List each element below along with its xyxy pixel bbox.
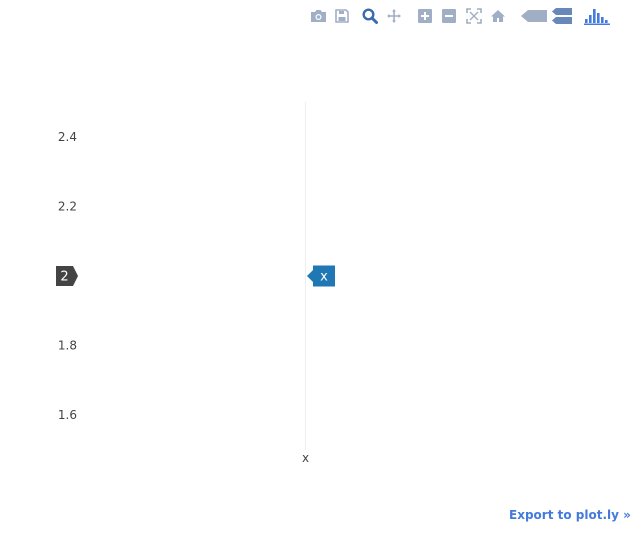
reset-axes-icon[interactable] <box>488 6 508 26</box>
y-tick-label: 2.2 <box>58 199 77 213</box>
zoom-in-icon[interactable] <box>415 6 435 26</box>
y-tick-label: 1.6 <box>58 408 77 422</box>
hover-layer: 2x <box>56 265 335 287</box>
plotly-logo-icon[interactable] <box>583 6 611 26</box>
zoom-icon[interactable] <box>360 6 380 26</box>
hover-compare-icon[interactable] <box>551 6 573 26</box>
y-hover-label: 2 <box>56 266 78 286</box>
svg-text:2: 2 <box>60 270 68 285</box>
x-tick-label: x <box>302 451 309 465</box>
pan-icon[interactable] <box>384 6 404 26</box>
chart-root: 1.6 1.8 2.2 2.4 x 2x Export to plot.ly » <box>0 0 641 535</box>
save-icon[interactable] <box>332 6 352 26</box>
y-tick-label: 1.8 <box>58 339 77 353</box>
plot-svg: 1.61.82.22.4 x 2x <box>56 102 335 465</box>
x-axis-ticks: x <box>302 451 309 465</box>
y-tick-label: 2.4 <box>58 130 77 144</box>
modebar <box>308 6 613 28</box>
autoscale-icon[interactable] <box>464 6 484 26</box>
export-to-plotly-link[interactable]: Export to plot.ly » <box>509 508 631 522</box>
hover-closest-icon[interactable] <box>520 6 548 26</box>
zoom-out-icon[interactable] <box>439 6 459 26</box>
camera-icon[interactable] <box>308 6 328 26</box>
point-hover-label: x <box>307 265 335 287</box>
svg-text:x: x <box>320 270 328 285</box>
